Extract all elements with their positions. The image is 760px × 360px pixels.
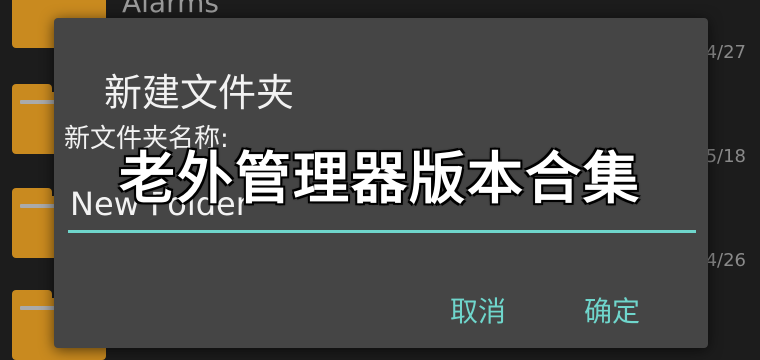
folder-name-input[interactable] (68, 178, 696, 233)
file-date: 4/27 (705, 42, 746, 63)
cancel-button[interactable]: 取消 (440, 286, 516, 334)
ok-button[interactable]: 确定 (574, 286, 650, 334)
file-item-title[interactable]: Alarms (122, 0, 219, 19)
new-folder-dialog: 新建文件夹 新文件夹名称: 取消 确定 (54, 18, 708, 348)
file-date: 5/18 (705, 146, 746, 167)
folder-name-label: 新文件夹名称: (64, 124, 229, 154)
file-date: 4/26 (705, 250, 746, 271)
dialog-title: 新建文件夹 (104, 71, 295, 115)
